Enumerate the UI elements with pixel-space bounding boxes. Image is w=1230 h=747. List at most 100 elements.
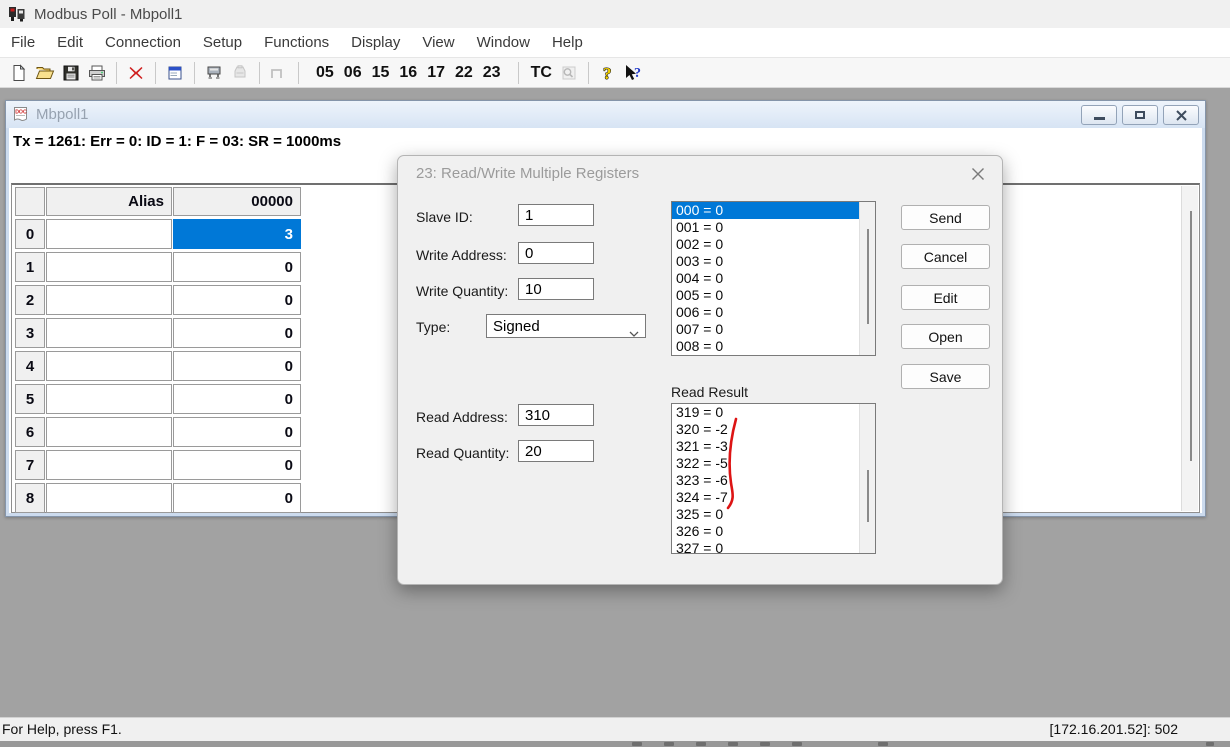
close-document-button[interactable]: [1163, 105, 1199, 125]
function-button[interactable]: 06: [339, 64, 367, 82]
menu-item[interactable]: Setup: [192, 30, 253, 55]
write-quantity-field[interactable]: [518, 278, 594, 300]
dialog-title-bar[interactable]: 23: Read/Write Multiple Registers: [398, 156, 1002, 190]
value-cell[interactable]: 0: [173, 417, 301, 447]
document-title-bar[interactable]: DOC Mbpoll1: [6, 101, 1205, 128]
alias-cell[interactable]: [46, 483, 172, 513]
grid-corner-cell[interactable]: [15, 187, 45, 216]
alias-cell[interactable]: [46, 450, 172, 480]
read-list-scrollbar-thumb[interactable]: [867, 470, 869, 522]
write-list-scrollbar[interactable]: [859, 202, 875, 355]
read-result-listbox[interactable]: 319 = 0320 = -2321 = -3322 = -5323 = -63…: [671, 403, 876, 554]
row-header-cell[interactable]: 4: [15, 351, 45, 381]
menu-item[interactable]: File: [0, 30, 46, 55]
edit-button[interactable]: Edit: [901, 285, 990, 310]
function-button[interactable]: 23: [478, 64, 506, 82]
list-item[interactable]: 005 = 0: [672, 287, 875, 304]
row-header-cell[interactable]: 8: [15, 483, 45, 513]
list-item[interactable]: 324 = -7: [672, 489, 875, 506]
value-cell[interactable]: 0: [173, 483, 301, 513]
row-header-cell[interactable]: 0: [15, 219, 45, 249]
list-item[interactable]: 327 = 0: [672, 540, 875, 554]
cancel-button[interactable]: Cancel: [901, 244, 990, 269]
menu-item[interactable]: Edit: [46, 30, 94, 55]
alias-cell[interactable]: [46, 252, 172, 282]
save-button[interactable]: Save: [901, 364, 990, 389]
maximize-button[interactable]: [1122, 105, 1158, 125]
menu-item[interactable]: View: [411, 30, 465, 55]
list-item[interactable]: 003 = 0: [672, 253, 875, 270]
type-dropdown[interactable]: Signed: [486, 314, 646, 338]
row-header-cell[interactable]: 1: [15, 252, 45, 282]
menu-item[interactable]: Functions: [253, 30, 340, 55]
list-item[interactable]: 000 = 0: [672, 202, 875, 219]
menu-item[interactable]: Window: [466, 30, 541, 55]
list-item[interactable]: 006 = 0: [672, 304, 875, 321]
alias-cell[interactable]: [46, 417, 172, 447]
value-cell[interactable]: 0: [173, 384, 301, 414]
value-column-header[interactable]: 00000: [173, 187, 301, 216]
value-cell[interactable]: 0: [173, 252, 301, 282]
print-icon[interactable]: [85, 61, 109, 85]
send-button[interactable]: Send: [901, 205, 990, 230]
auto-read-icon[interactable]: [228, 61, 252, 85]
row-header-cell[interactable]: 7: [15, 450, 45, 480]
read-address-field[interactable]: [518, 404, 594, 426]
display-setup-icon[interactable]: [163, 61, 187, 85]
open-file-icon[interactable]: [33, 61, 57, 85]
list-item[interactable]: 320 = -2: [672, 421, 875, 438]
minimize-button[interactable]: [1081, 105, 1117, 125]
row-header-cell[interactable]: 3: [15, 318, 45, 348]
write-registers-listbox[interactable]: 000 = 0001 = 0002 = 0003 = 0004 = 0005 =…: [671, 201, 876, 356]
list-item[interactable]: 321 = -3: [672, 438, 875, 455]
value-cell[interactable]: 0: [173, 351, 301, 381]
list-item[interactable]: 001 = 0: [672, 219, 875, 236]
menu-item[interactable]: Connection: [94, 30, 192, 55]
read-list-scrollbar[interactable]: [859, 404, 875, 553]
menu-item[interactable]: Help: [541, 30, 594, 55]
list-item[interactable]: 008 = 0: [672, 338, 875, 355]
save-icon[interactable]: [59, 61, 83, 85]
tc-button[interactable]: TC: [525, 64, 556, 82]
grid-vertical-scrollbar[interactable]: [1181, 186, 1198, 511]
alias-cell[interactable]: [46, 318, 172, 348]
grid-scrollbar-thumb[interactable]: [1190, 211, 1192, 461]
value-cell[interactable]: 0: [173, 285, 301, 315]
delete-icon[interactable]: [124, 61, 148, 85]
write-address-field[interactable]: [518, 242, 594, 264]
list-item[interactable]: 002 = 0: [672, 236, 875, 253]
function-button[interactable]: 16: [394, 64, 422, 82]
list-item[interactable]: 007 = 0: [672, 321, 875, 338]
alias-cell[interactable]: [46, 351, 172, 381]
about-help-icon[interactable]: ?: [596, 61, 620, 85]
list-item[interactable]: 004 = 0: [672, 270, 875, 287]
list-item[interactable]: 325 = 0: [672, 506, 875, 523]
dialog-close-button[interactable]: [968, 164, 988, 184]
test-center-icon[interactable]: [557, 61, 581, 85]
single-poll-icon[interactable]: [267, 61, 291, 85]
function-button[interactable]: 22: [450, 64, 478, 82]
open-button[interactable]: Open: [901, 324, 990, 349]
alias-cell[interactable]: [46, 285, 172, 315]
function-button[interactable]: 15: [367, 64, 395, 82]
menu-item[interactable]: Display: [340, 30, 411, 55]
list-item[interactable]: 319 = 0: [672, 404, 875, 421]
alias-column-header[interactable]: Alias: [46, 187, 172, 216]
list-item[interactable]: 326 = 0: [672, 523, 875, 540]
value-cell[interactable]: 0: [173, 318, 301, 348]
row-header-cell[interactable]: 6: [15, 417, 45, 447]
slave-id-field[interactable]: [518, 204, 594, 226]
list-item[interactable]: 322 = -5: [672, 455, 875, 472]
context-help-icon[interactable]: ?: [622, 61, 646, 85]
function-button[interactable]: 17: [422, 64, 450, 82]
alias-cell[interactable]: [46, 219, 172, 249]
row-header-cell[interactable]: 5: [15, 384, 45, 414]
read-quantity-field[interactable]: [518, 440, 594, 462]
new-file-icon[interactable]: [7, 61, 31, 85]
list-item[interactable]: 323 = -6: [672, 472, 875, 489]
function-button[interactable]: 05: [311, 64, 339, 82]
communication-icon[interactable]: [202, 61, 226, 85]
value-cell[interactable]: 3: [173, 219, 301, 249]
alias-cell[interactable]: [46, 384, 172, 414]
row-header-cell[interactable]: 2: [15, 285, 45, 315]
